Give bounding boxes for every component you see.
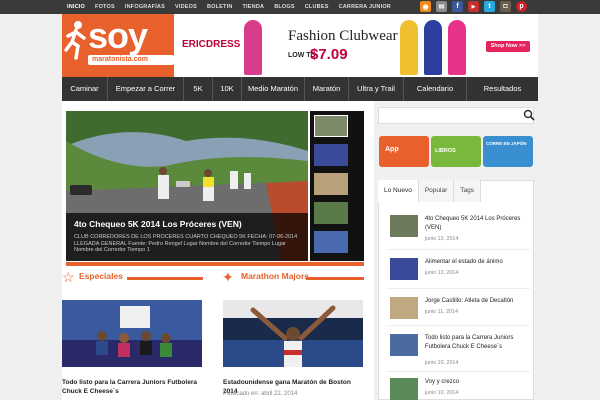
- page: INICIO FOTOS INFOGRAFÍAS VIDEOS BOLETIN …: [0, 0, 600, 400]
- topnav-boletin[interactable]: BOLETIN: [202, 0, 238, 14]
- youtube-icon[interactable]: ▶: [468, 1, 479, 12]
- ad-brand: ERICDRESS: [182, 39, 241, 50]
- ad-model-image: [448, 20, 466, 75]
- slider-thumbnail[interactable]: [314, 144, 348, 166]
- list-item-title[interactable]: Jorge Castillo: Atleta de Decatlón: [425, 297, 530, 306]
- slider-thumbnails: [310, 111, 364, 261]
- section-divider: [127, 277, 203, 280]
- search-input[interactable]: [378, 107, 534, 124]
- facebook-icon[interactable]: f: [452, 1, 463, 12]
- tab-tags[interactable]: Tags: [454, 180, 481, 202]
- slider-bottom-bar: [66, 262, 364, 266]
- card-image[interactable]: [223, 300, 363, 367]
- list-item-title[interactable]: Alimentar el estado de ánimo: [425, 258, 530, 267]
- ad-model-image: [244, 20, 262, 75]
- list-item-date: junio 11, 2014: [425, 309, 458, 315]
- ad-model-image: [424, 20, 442, 75]
- main-nav: Caminar Empezar a Correr 5K 10K Medio Ma…: [62, 77, 538, 101]
- banner-libros[interactable]: LIBROS: [431, 136, 481, 167]
- logo-subtext: maratonista.com: [88, 55, 174, 65]
- sidebar-tabs: Lo Nuevo Popular Tags: [378, 180, 481, 202]
- topnav-clubes[interactable]: CLUBES: [300, 0, 334, 14]
- ad-title: Fashion Clubwear: [288, 28, 398, 44]
- header: soy maratonista.com ERICDRESS Fashion Cl…: [62, 14, 538, 77]
- runner-icon: ✦: [222, 269, 234, 285]
- top-nav: INICIO FOTOS INFOGRAFÍAS VIDEOS BOLETIN …: [62, 0, 396, 14]
- slider-title[interactable]: 4to Chequeo 5K 2014 Los Próceres (VEN): [74, 219, 300, 229]
- twitter-icon[interactable]: t: [484, 1, 495, 12]
- slider-thumbnail[interactable]: [314, 115, 348, 137]
- pinterest-icon[interactable]: p: [516, 1, 527, 12]
- search-icon[interactable]: [523, 109, 535, 121]
- list-item-date: junio 13, 2014: [425, 270, 459, 276]
- instagram-icon[interactable]: ◘: [500, 1, 511, 12]
- nav-medio-maraton[interactable]: Medio Maratón: [242, 77, 305, 101]
- list-item-thumbnail: [390, 215, 418, 237]
- list-item-thumbnail: [390, 334, 418, 356]
- nav-ultra-y-trail[interactable]: Ultra y Trail: [349, 77, 404, 101]
- list-item-thumbnail: [390, 258, 418, 280]
- tab-popular[interactable]: Popular: [418, 180, 455, 202]
- list-item-thumbnail: [390, 297, 418, 319]
- star-icon: ☆: [62, 269, 75, 285]
- nav-calendario[interactable]: Calendario: [404, 77, 467, 101]
- list-item-date: junio 10, 2014: [425, 360, 459, 366]
- section-title-especiales[interactable]: Especiales: [79, 271, 123, 281]
- list-item-date: junio 13, 2014: [425, 236, 459, 242]
- list-item-title[interactable]: 4to Chequeo 5K 2014 Los Próceres (VEN): [425, 215, 530, 233]
- logo-text: soy: [88, 15, 148, 56]
- section-title-marathon-majors[interactable]: Marathon Majors: [241, 271, 309, 281]
- banner-label: App: [385, 146, 399, 153]
- nav-10k[interactable]: 10K: [213, 77, 242, 101]
- list-divider: [386, 325, 530, 326]
- list-item-title[interactable]: Voy y crezco: [425, 378, 530, 387]
- card-date: Publicado en: abril 22, 2014: [223, 391, 298, 397]
- site-logo[interactable]: soy maratonista.com: [62, 14, 174, 77]
- slider-thumbnail[interactable]: [314, 231, 348, 253]
- topnav-tienda[interactable]: TIENDA: [238, 0, 270, 14]
- banner-label: LIBROS: [435, 148, 456, 154]
- list-item-title[interactable]: Todo listo para la Carrera Juniors Futbo…: [425, 334, 530, 352]
- ad-banner[interactable]: ERICDRESS Fashion Clubwear LOW TO $7.09 …: [174, 14, 538, 77]
- nav-resultados[interactable]: Resultados: [467, 77, 538, 101]
- featured-slider[interactable]: 4to Chequeo 5K 2014 Los Próceres (VEN) C…: [66, 111, 308, 261]
- topnav-carrera-junior[interactable]: CARRERA JUNIOR: [334, 0, 396, 14]
- nav-caminar[interactable]: Caminar: [62, 77, 108, 101]
- section-divider: [306, 277, 364, 280]
- topnav-infografias[interactable]: INFOGRAFÍAS: [120, 0, 170, 14]
- nav-empezar-a-correr[interactable]: Empezar a Correr: [108, 77, 184, 101]
- mail-icon[interactable]: ✉: [436, 1, 447, 12]
- runner-logo-icon: [64, 21, 86, 60]
- tab-lo-nuevo[interactable]: Lo Nuevo: [378, 180, 419, 202]
- banner-corre-en-japon[interactable]: CORRE EN JAPÓN: [483, 136, 533, 167]
- card-image[interactable]: [62, 300, 202, 367]
- social-icons: ◉ ✉ f ▶ t ◘ p: [420, 1, 527, 12]
- ad-price: $7.09: [310, 46, 348, 63]
- slider-thumbnail[interactable]: [314, 173, 348, 195]
- nav-5k[interactable]: 5K: [184, 77, 213, 101]
- topnav-blogs[interactable]: BLOGS: [269, 0, 300, 14]
- slider-thumbnail[interactable]: [314, 202, 348, 224]
- topnav-fotos[interactable]: FOTOS: [90, 0, 120, 14]
- ad-model-image: [400, 20, 418, 75]
- banner-label: CORRE EN JAPÓN: [486, 141, 527, 146]
- list-item-thumbnail: [390, 378, 418, 400]
- banner-app[interactable]: App: [379, 136, 429, 167]
- slider-caption: 4to Chequeo 5K 2014 Los Próceres (VEN) C…: [66, 213, 308, 261]
- slider-excerpt: CLUB CORREDORES DE LOS PROCERES CUARTO C…: [74, 234, 298, 254]
- sidebar-tabs-panel: [378, 180, 534, 400]
- list-divider: [386, 288, 530, 289]
- card-title[interactable]: Todo listo para la Carrera Juniors Futbo…: [62, 378, 202, 396]
- ad-shop-button[interactable]: Shop Now >>: [486, 41, 530, 52]
- list-divider: [386, 371, 530, 372]
- list-divider: [386, 249, 530, 250]
- rss-icon[interactable]: ◉: [420, 1, 431, 12]
- list-item-date: junio 10, 2014: [425, 390, 459, 396]
- topnav-videos[interactable]: VIDEOS: [170, 0, 202, 14]
- nav-maraton[interactable]: Maratón: [305, 77, 349, 101]
- topnav-inicio[interactable]: INICIO: [62, 0, 90, 14]
